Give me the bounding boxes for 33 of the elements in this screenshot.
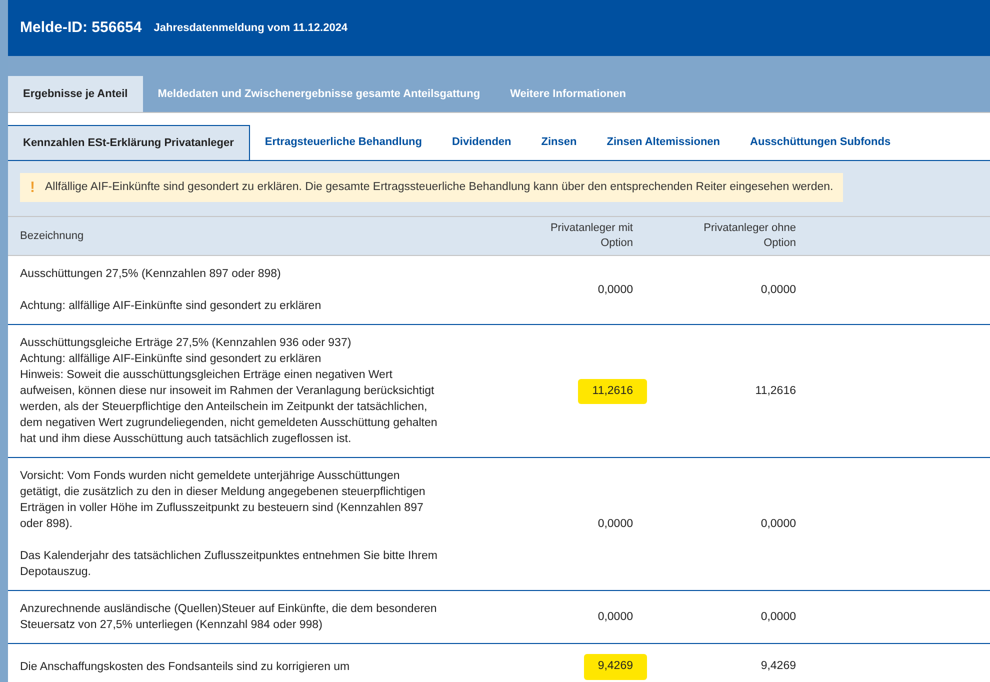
row-description: Das Kalenderjahr des tatsächlichen Zuflusszeitpunktes entnehmen Sie bitte Ihrem Depotauszug. xyxy=(20,549,438,580)
sub-tab[interactable]: Ertragsteuerliche Behandlung xyxy=(250,125,437,160)
column-header: Privatanleger ohne Option xyxy=(702,221,796,252)
row-description: Vorsicht: Vom Fonds wurden nicht gemeldete unterjährige Ausschüttungen getätigt, die zusätzlich zu den in dieser Meldung angegebenen steuerpflichtigen Erträgen in voller Höhe im Zuflusszeitpunkt zu besteuern sind (Kennzahlen 897 oder 898). xyxy=(20,469,426,532)
value-cell: 9,4269 xyxy=(584,654,647,680)
row-description: Achtung: allfällige AIF-Einkünfte sind gesondert zu erklären xyxy=(20,299,322,314)
value-cell: 11,2616 xyxy=(578,378,647,404)
value-cell-text: 0,0000 xyxy=(760,610,796,625)
warning-icon: ! xyxy=(30,180,35,196)
value-cell-text: 0,0000 xyxy=(598,610,633,625)
sub-tab[interactable]: Ausschüttungen Subfonds xyxy=(735,125,906,160)
value-cell-text: 9,4269 xyxy=(760,659,796,674)
row-description: Ausschüttungsgleiche Erträge 27,5% (Kennzahlen 936 oder 937) xyxy=(20,336,352,352)
sub-tab[interactable]: Zinsen Altemissionen xyxy=(592,125,736,160)
value-cell-text: 0,0000 xyxy=(598,516,633,532)
report-subtitle: Jahresdatenmeldung vom 11.12.2024 xyxy=(154,20,348,36)
main-tab[interactable]: Ergebnisse je Anteil xyxy=(8,76,143,112)
value-cell-text: 0,0000 xyxy=(760,282,796,298)
melde-id: Melde-ID: 556654 xyxy=(20,18,142,38)
row-description: Die Anschaffungskosten des Fondsanteils sind zu korrigieren um xyxy=(20,660,351,675)
row-description: Ausschüttungen 27,5% (Kennzahlen 897 oder 898) xyxy=(20,267,282,282)
row-description: Achtung: allfällige AIF-Einkünfte sind gesondert zu erklären xyxy=(20,352,322,368)
row-description: Hinweis: Soweit die ausschüttungsgleichen Erträge einen negativen Wert aufweisen, können diese nur insoweit im Rahmen der Veranlagung berücksichtigt werden, als der Steuerpflichtige den Anteilschein im Zeitpunkt der tatsächlichen, dem negativen Wert zugrundeliegenden, nicht gemeldeten Ausschüttung gehalten hat und ihm diese Ausschüttung auch tatsächlich zugeflossen ist. xyxy=(20,368,438,448)
sub-tab[interactable]: Dividenden xyxy=(436,125,526,160)
value-cell-text: 11,2616 xyxy=(755,384,796,399)
value-cell-text: 0,0000 xyxy=(598,282,633,298)
column-header: Privatanleger mit Option xyxy=(549,221,633,252)
sub-tab[interactable]: Kennzahlen ESt-Erklärung Privatanleger xyxy=(8,125,250,160)
sub-tab[interactable]: Zinsen xyxy=(526,125,592,160)
row-description: Anzurechnende ausländische (Quellen)Steuer auf Einkünfte, die dem besonderen Steuersatz von 27,5% unterliegen (Kennzahl 984 oder 998) xyxy=(20,602,438,634)
value-cell-text: 0,0000 xyxy=(760,516,796,532)
column-header: Bezeichnung xyxy=(19,228,85,244)
warning-message: Allfällige AIF-Einkünfte sind gesondert zu erklären. Die gesamte Ertragssteuerliche Behandlung kann über den entsprechenden Reiter eingesehen werden. xyxy=(45,180,834,195)
